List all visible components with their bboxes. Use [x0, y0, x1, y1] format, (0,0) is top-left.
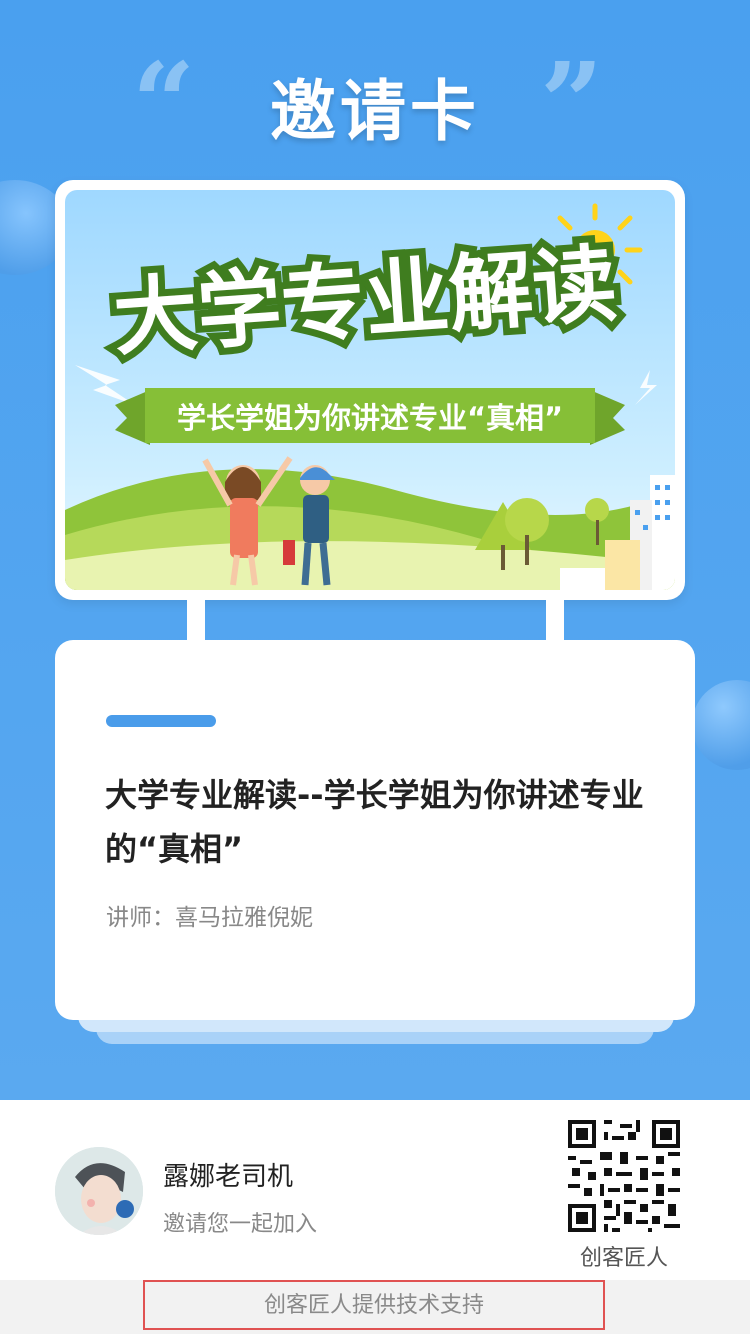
tech-support-text[interactable]: 创客匠人提供技术支持 [143, 1280, 605, 1330]
invitation-card-background: “ ” 邀请卡 学长学姐为你讲述专业“真相” 大学专业解读 大学专业解读 大学专… [0, 0, 750, 1100]
course-info-card: 大学专业解读--学长学姐为你讲述专业的“真相” 讲师：喜马拉雅倪妮 [55, 640, 695, 1020]
course-title: 大学专业解读--学长学姐为你讲述专业的“真相” [105, 776, 644, 868]
inviter-name: 露娜老司机 [163, 1162, 294, 1192]
avatar [55, 1147, 143, 1235]
inviter-section: 露娜老司机 邀请您一起加入 创客匠人 [0, 1100, 750, 1280]
decorative-bubble-right [692, 680, 750, 770]
footer: 创客匠人提供技术支持 [0, 1280, 750, 1334]
signpost-right [546, 598, 564, 642]
lecturer-text: 讲师：喜马拉雅倪妮 [106, 905, 313, 931]
qr-code-label: 创客匠人 [579, 1246, 668, 1271]
qr-code[interactable] [568, 1120, 680, 1232]
lightning-icon [635, 370, 657, 405]
accent-bar [106, 715, 216, 727]
banner-ribbon-text: 学长学姐为你讲述专业“真相” [177, 401, 563, 435]
lightning-icon [75, 365, 135, 405]
banner-frame: 学长学姐为你讲述专业“真相” 大学专业解读 大学专业解读 [55, 180, 685, 600]
signpost-left [187, 598, 205, 642]
page-title: 邀请卡 [270, 73, 480, 150]
invite-message: 邀请您一起加入 [163, 1212, 318, 1237]
course-banner-image: 学长学姐为你讲述专业“真相” 大学专业解读 大学专业解读 [65, 190, 675, 590]
banner-headline: 大学专业解读 [110, 235, 620, 368]
